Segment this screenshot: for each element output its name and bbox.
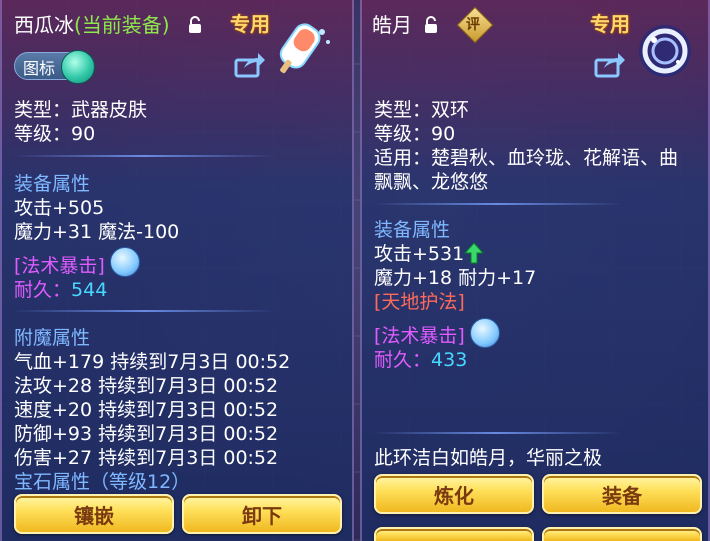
durability-value: 433 — [431, 349, 468, 371]
current-item-panel: 西瓜冰(当前装备) 专用 图标 类型：武器皮肤 等级：90 装备属性 攻击+50… — [0, 0, 354, 541]
durability-label: 耐久： — [374, 349, 432, 371]
divider — [372, 432, 622, 434]
enchant-line: 防御+93 持续到7月3日 00:52 — [14, 423, 279, 445]
refresh-icon[interactable] — [470, 318, 500, 348]
gem-line: 宝石属性（等级12） — [14, 471, 191, 493]
durability-value: 544 — [71, 279, 108, 301]
equip-button[interactable]: 装备 — [542, 474, 702, 514]
magic-line: 魔力+18 耐力+17 — [374, 267, 537, 289]
share-icon[interactable] — [594, 52, 626, 78]
divider — [12, 155, 276, 157]
divider — [372, 203, 622, 205]
enchant-line: 气血+179 持续到7月3日 00:52 — [14, 351, 291, 373]
type-line: 类型：双环 — [374, 99, 470, 121]
durability-line: 耐久：433 — [374, 348, 467, 372]
toggle-knob — [61, 50, 95, 84]
equipped-tag: (当前装备) — [74, 13, 170, 37]
divider — [12, 310, 276, 312]
equip-attr-title: 装备属性 — [14, 173, 91, 195]
exclusive-label: 专用 — [230, 12, 270, 36]
durability-line: 耐久：544 — [14, 278, 107, 302]
enchant-title: 附魔属性 — [14, 327, 91, 349]
enchant-line: 法攻+28 持续到7月3日 00:52 — [14, 375, 279, 397]
unequip-button[interactable]: 卸下 — [182, 494, 342, 534]
more-button[interactable] — [542, 527, 702, 541]
special-skill: [法术暴击] — [374, 325, 465, 347]
compare-item-panel: 皓月 专用 类型：双环 等级：90 适用：楚碧秋、血玲珑、花解语、曲 飘飘、龙悠… — [360, 0, 710, 541]
attack-line: 攻击+531 — [374, 243, 465, 265]
more-button[interactable] — [374, 527, 534, 541]
suitable-line: 适用：楚碧秋、血玲珑、花解语、曲 — [374, 147, 679, 169]
up-arrow-icon — [464, 242, 484, 264]
item-name: 西瓜冰(当前装备) — [14, 12, 170, 38]
suitable-line: 飘飘、龙悠悠 — [374, 171, 489, 193]
enchant-line: 速度+20 持续到7月3日 00:52 — [14, 399, 279, 421]
moon-ring-icon — [639, 25, 691, 77]
equip-button-label: 装备 — [602, 483, 642, 508]
icon-toggle-label: 图标 — [23, 59, 56, 78]
magic-line: 魔力+31 魔法-100 — [14, 221, 180, 243]
item-name-text: 西瓜冰 — [14, 13, 74, 37]
special-skill: [天地护法] — [374, 291, 465, 313]
evaluate-badge-label: 评 — [466, 17, 480, 33]
special-skill: [法术暴击] — [14, 255, 105, 277]
level-line: 等级：90 — [14, 123, 96, 145]
equip-attr-title: 装备属性 — [374, 219, 451, 241]
unequip-button-label: 卸下 — [242, 503, 282, 528]
lock-icon[interactable] — [188, 16, 202, 34]
attack-line: 攻击+505 — [14, 197, 105, 219]
refine-button[interactable]: 炼化 — [374, 474, 534, 514]
lock-icon[interactable] — [424, 16, 438, 34]
item-name: 皓月 — [372, 13, 412, 37]
inlay-button-label: 镶嵌 — [74, 503, 114, 528]
durability-label: 耐久： — [14, 279, 72, 301]
popsicle-icon — [279, 23, 330, 74]
refine-button-label: 炼化 — [434, 483, 474, 508]
level-line: 等级：90 — [374, 123, 456, 145]
type-line: 类型：武器皮肤 — [14, 99, 148, 121]
icon-toggle[interactable]: 图标 — [14, 50, 95, 84]
item-description: 此环洁白如皓月，华丽之极 — [374, 447, 603, 469]
enchant-line: 伤害+27 持续到7月3日 00:52 — [14, 447, 279, 469]
inlay-button[interactable]: 镶嵌 — [14, 494, 174, 534]
exclusive-label: 专用 — [590, 12, 630, 36]
refresh-icon[interactable] — [110, 247, 140, 277]
share-icon[interactable] — [234, 52, 266, 78]
